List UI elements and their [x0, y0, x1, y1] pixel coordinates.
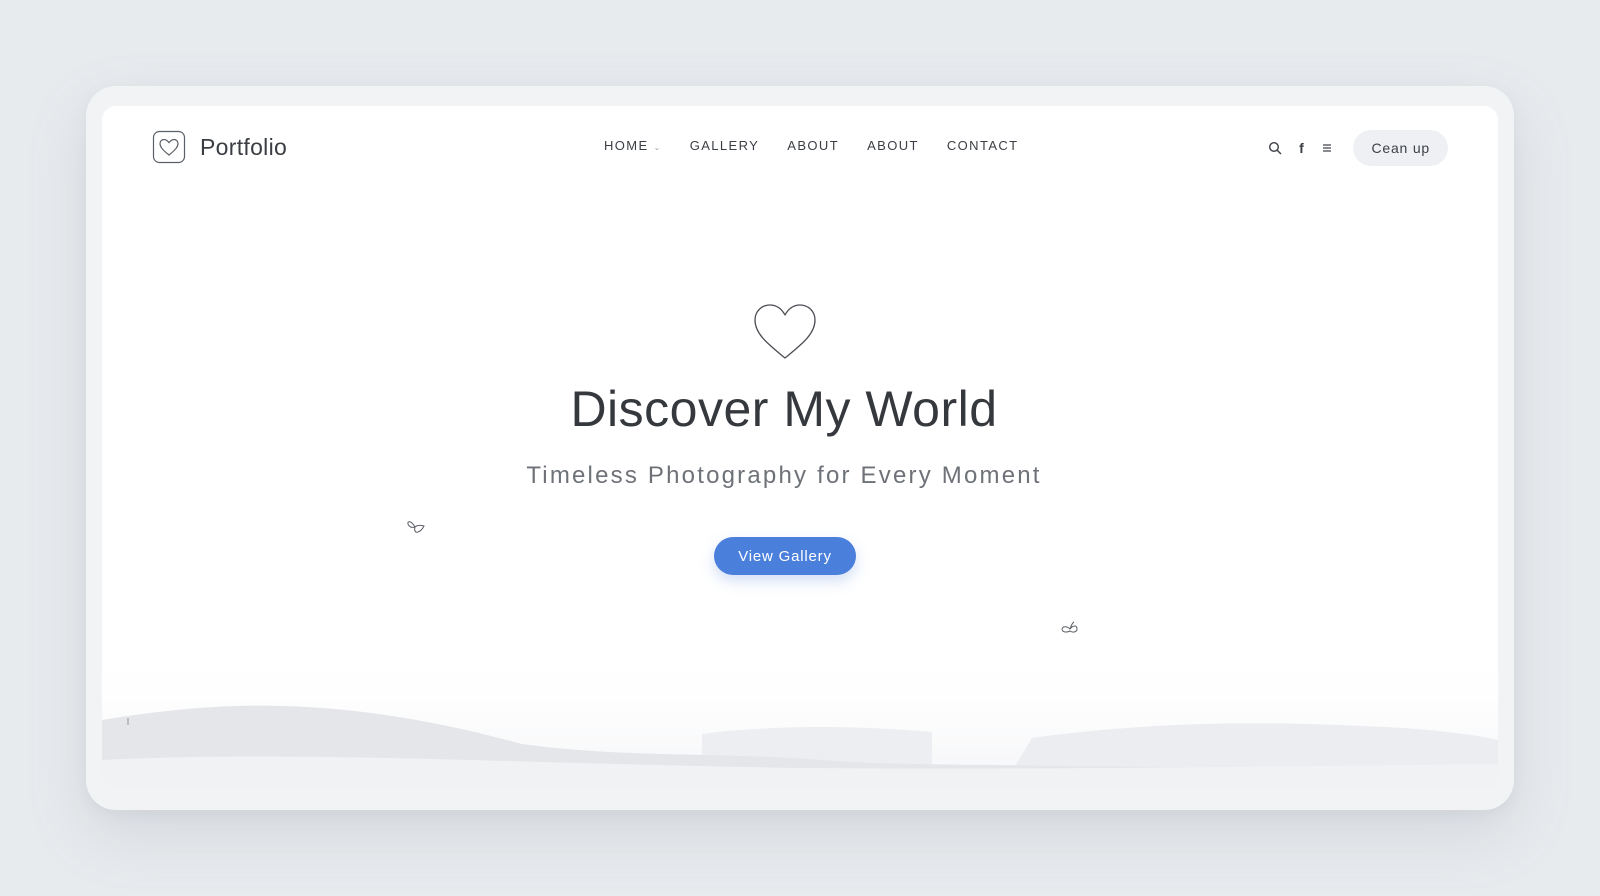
- view-gallery-button[interactable]: View Gallery: [714, 537, 856, 575]
- header-actions: f Cean up: [1267, 130, 1448, 166]
- nav-item-label: CONTACT: [946, 138, 1019, 153]
- heart-icon: [754, 304, 816, 359]
- chevron-down-icon: ⌄: [653, 143, 662, 152]
- nav-item-home[interactable]: HOME ⌄: [604, 138, 662, 153]
- menu-icon[interactable]: [1319, 140, 1335, 156]
- hero-subtitle: Timeless Photography for Every Moment: [526, 462, 1042, 489]
- butterfly-icon: [1061, 621, 1078, 633]
- butterfly-icon: [407, 521, 425, 533]
- nav-item-label: ABOUT: [787, 138, 840, 153]
- hero-title: Discover My World: [570, 381, 998, 437]
- brand[interactable]: Portfolio: [152, 130, 287, 164]
- nav-item-label: GALLERY: [689, 138, 760, 153]
- search-icon[interactable]: [1267, 140, 1283, 156]
- facebook-icon[interactable]: f: [1293, 140, 1309, 156]
- main-nav: HOME ⌄ GALLERY ABOUT ABOUT CONTACT: [604, 138, 1019, 153]
- brand-logo-icon: [152, 130, 186, 164]
- nav-item-label: HOME: [604, 138, 649, 153]
- nav-item-gallery[interactable]: GALLERY: [690, 138, 760, 153]
- nav-item-about-2[interactable]: ABOUT: [867, 138, 919, 153]
- website-screen: Portfolio HOME ⌄ GALLERY ABOUT ABOUT CON…: [102, 106, 1498, 788]
- landscape-illustration: [102, 648, 1498, 788]
- brand-name: Portfolio: [200, 133, 288, 160]
- nav-item-about[interactable]: ABOUT: [787, 138, 839, 153]
- clean-up-button[interactable]: Cean up: [1353, 130, 1448, 166]
- nav-item-label: ABOUT: [867, 138, 919, 153]
- nav-item-contact[interactable]: CONTACT: [947, 138, 1019, 153]
